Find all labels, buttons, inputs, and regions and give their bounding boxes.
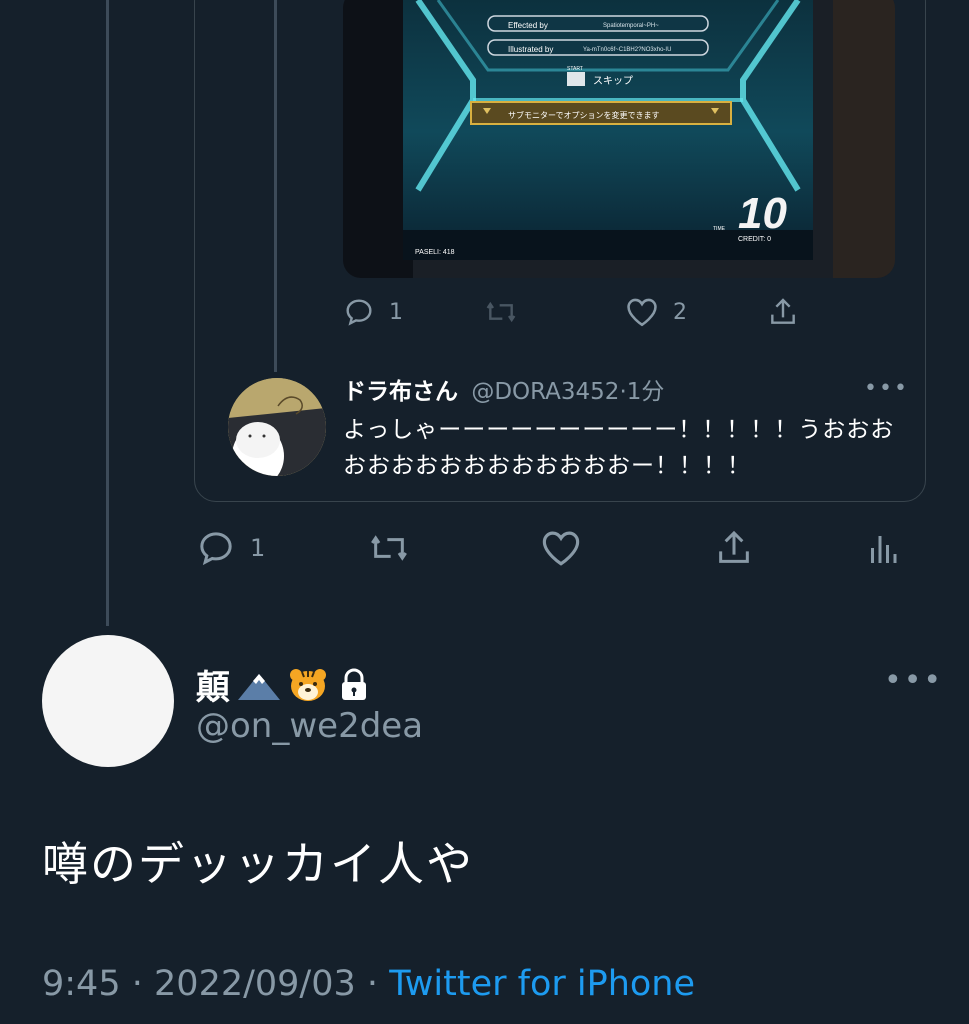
submonitor-notice: サブモニターでオプションを変更できます (508, 110, 660, 120)
start-label: START (567, 66, 583, 72)
retweet-action[interactable] (366, 528, 540, 568)
parent-tweet-actions: 1 2 (343, 294, 823, 330)
retweet-icon (371, 535, 407, 561)
retweet-icon (486, 301, 516, 323)
paseli-text: PASELI: 418 (415, 249, 455, 256)
author-handle[interactable]: @on_we2dea (196, 706, 423, 746)
tweet-time[interactable]: 9:45 (42, 964, 121, 1004)
share-action[interactable] (714, 528, 868, 568)
reply-action[interactable]: 1 (343, 296, 483, 328)
quoted-separator: · (619, 379, 627, 405)
illustrated-by-value: Ya-mTn0c6f~C1BH2?NO3xho-IU (583, 47, 671, 53)
like-count: 2 (673, 299, 687, 325)
like-action[interactable]: 2 (625, 296, 767, 328)
credit-text: CREDIT: 0 (738, 236, 771, 243)
reply-count: 1 (389, 299, 403, 325)
tweet-date[interactable]: 2022/09/03 (154, 964, 356, 1004)
illustrated-by-label: Illustrated by (508, 45, 553, 54)
quoted-more-icon[interactable]: ••• (864, 376, 909, 401)
skip-label: スキップ (593, 75, 633, 87)
mount-fuji-icon (238, 673, 280, 700)
avatar-drawing (228, 378, 326, 476)
quote-tweet-actions: 1 (196, 528, 916, 568)
reply-action[interactable]: 1 (196, 528, 366, 568)
timer-value: 10 (738, 189, 787, 238)
more-options-icon[interactable]: ••• (884, 663, 943, 698)
heart-icon (542, 531, 580, 566)
share-icon (771, 298, 795, 324)
analytics-icon (871, 536, 897, 563)
author-avatar[interactable] (42, 635, 174, 767)
heart-icon (627, 298, 657, 327)
quoted-author-name[interactable]: ドラ布さん (343, 379, 458, 405)
tweet-meta: 9:45 · 2022/09/03 · Twitter for iPhone (42, 964, 695, 1004)
arcade-screen-illustration: Effected by Spatiotemporal~PH~ Illustrat… (343, 0, 895, 278)
quoted-author-handle[interactable]: @DORA3452 (471, 379, 619, 405)
quoted-tweet-header: ドラ布さん @DORA3452·1分 (343, 372, 664, 406)
lock-icon (342, 668, 366, 700)
meta-separator: · (366, 964, 379, 1004)
start-button-icon (567, 72, 585, 86)
tweet-text: 噂のデッッカイ人や (42, 837, 474, 891)
share-action[interactable] (767, 296, 807, 328)
analytics-action[interactable] (868, 528, 908, 568)
reply-icon (346, 299, 372, 326)
tiger-face-icon (290, 668, 326, 701)
effected-by-label: Effected by (508, 21, 548, 30)
share-icon (719, 530, 749, 563)
thread-line-main (106, 0, 109, 626)
like-action[interactable] (540, 528, 714, 568)
meta-separator: · (131, 964, 143, 1004)
quoted-tweet-text: よっしゃーーーーーーーーーー！！！！！うおおおおおおおおおおおおおおおー！！！！ (343, 417, 895, 479)
tweet-media-image[interactable]: Effected by Spatiotemporal~PH~ Illustrat… (343, 0, 895, 278)
tweet-source-link[interactable]: Twitter for iPhone (389, 964, 695, 1004)
retweet-action[interactable] (483, 296, 625, 328)
quoted-avatar[interactable] (228, 378, 326, 476)
reply-count: 1 (250, 534, 266, 562)
quoted-time[interactable]: 1分 (627, 379, 665, 405)
author-name: 顛 (196, 668, 230, 708)
author-name-row[interactable]: 顛 (196, 660, 374, 709)
time-label: TIME (713, 226, 726, 232)
reply-icon (200, 532, 232, 566)
effected-by-value: Spatiotemporal~PH~ (603, 23, 659, 29)
